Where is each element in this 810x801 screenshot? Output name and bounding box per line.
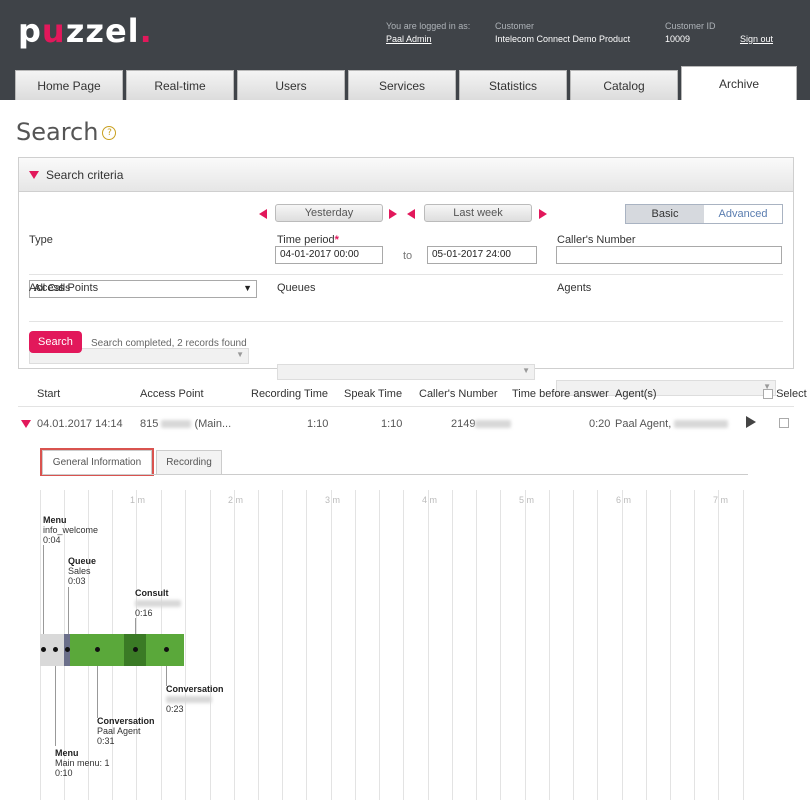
main-tabs: Home Page Real-time Users Services Stati… xyxy=(15,66,800,100)
timeline-event-main-menu: Menu Main menu: 1 0:10 xyxy=(55,748,110,778)
row-recording-time: 1:10 xyxy=(307,418,329,430)
tab-services[interactable]: Services xyxy=(348,70,456,100)
timeline-tick: 1 m xyxy=(130,495,146,505)
timeline-tick: 5 m xyxy=(519,495,535,505)
logged-in-info: You are logged in as: Paal Admin xyxy=(386,21,471,46)
timeline-tick: 4 m xyxy=(422,495,438,505)
row-select-checkbox[interactable] xyxy=(779,417,789,429)
timeline-tick: 7 m xyxy=(713,495,729,505)
tab-statistics[interactable]: Statistics xyxy=(459,70,567,100)
col-start[interactable]: Start xyxy=(37,388,60,400)
access-points-label: Access Points xyxy=(29,282,99,294)
basic-advanced-toggle: Basic Advanced xyxy=(625,204,783,224)
customer-id-info: Customer ID 10009 xyxy=(665,21,716,44)
timeline-event-conversation-agent: Conversation Paal Agent 0:31 xyxy=(97,716,155,746)
timeline-dot xyxy=(53,647,58,652)
select-all-checkbox[interactable] xyxy=(763,389,773,400)
timeline-dot xyxy=(95,647,100,652)
row-agents: Paal Agent, xyxy=(615,418,729,430)
timeline-dot xyxy=(164,647,169,652)
col-callers-number[interactable]: Caller's Number xyxy=(419,388,498,400)
tab-home-page[interactable]: Home Page xyxy=(15,70,123,100)
col-agents[interactable]: Agent(s) xyxy=(615,388,657,400)
tab-users[interactable]: Users xyxy=(237,70,345,100)
timeline-event-consult: Consult 0:16 xyxy=(135,588,181,618)
search-status: Search completed, 2 records found xyxy=(91,338,247,349)
page-title: Search? xyxy=(16,118,117,146)
timeline-tick: 3 m xyxy=(325,495,341,505)
tab-general-information[interactable]: General Information xyxy=(40,448,154,476)
col-access-point[interactable]: Access Point xyxy=(140,388,204,400)
timeline-tick: 2 m xyxy=(228,495,244,505)
tab-recording[interactable]: Recording xyxy=(156,450,222,474)
yesterday-button[interactable]: Yesterday xyxy=(275,204,383,222)
next-last-week-arrow-icon[interactable] xyxy=(539,209,547,219)
row-time-before-answer: 0:20 xyxy=(589,418,611,430)
tab-real-time[interactable]: Real-time xyxy=(126,70,234,100)
queues-select[interactable]: ▼ xyxy=(277,364,535,380)
timeline-dot xyxy=(133,647,138,652)
timeline-event-queue: Queue Sales 0:03 xyxy=(68,556,97,586)
app-header: puzzel. You are logged in as: Paal Admin… xyxy=(0,0,810,100)
puzzel-logo[interactable]: puzzel. xyxy=(18,12,153,50)
dropdown-arrow-icon: ▼ xyxy=(522,366,530,375)
search-criteria-panel: Search criteria Yesterday Last week Basi… xyxy=(18,157,794,396)
search-criteria-header[interactable]: Search criteria xyxy=(19,158,793,192)
row-start: 04.01.2017 14:14 xyxy=(37,418,123,430)
tab-catalog[interactable]: Catalog xyxy=(570,70,678,100)
dropdown-arrow-icon: ▼ xyxy=(243,283,252,293)
timeline-event-conversation: Conversation 0:23 xyxy=(166,684,224,714)
prev-last-week-arrow-icon[interactable] xyxy=(407,209,415,219)
col-time-before-answer[interactable]: Time before answer xyxy=(512,388,609,400)
timeline-tick: 6 m xyxy=(616,495,632,505)
customer-info: Customer Intelecom Connect Demo Product xyxy=(495,21,631,44)
next-yesterday-arrow-icon[interactable] xyxy=(389,209,397,219)
time-to-input[interactable]: 05-01-2017 24:00 xyxy=(427,246,537,264)
advanced-toggle-button[interactable]: Advanced xyxy=(704,205,782,223)
row-access-point: 815 (Main... xyxy=(140,418,232,430)
col-recording-time[interactable]: Recording Time xyxy=(251,388,328,400)
collapse-triangle-icon xyxy=(29,170,39,179)
callers-number-label: Caller's Number xyxy=(557,234,636,246)
help-icon[interactable]: ? xyxy=(102,126,117,140)
logged-in-user-link[interactable]: Paal Admin xyxy=(386,33,470,46)
agents-label: Agents xyxy=(557,282,592,294)
last-week-button[interactable]: Last week xyxy=(424,204,532,222)
time-period-label: Time period* xyxy=(277,234,339,246)
tab-archive[interactable]: Archive xyxy=(681,66,797,100)
queues-label: Queues xyxy=(277,282,316,294)
basic-toggle-button[interactable]: Basic xyxy=(626,205,704,223)
row-expand-icon[interactable] xyxy=(21,419,31,431)
to-label: to xyxy=(403,250,413,262)
col-speak-time[interactable]: Speak Time xyxy=(344,388,402,400)
prev-yesterday-arrow-icon[interactable] xyxy=(259,209,267,219)
timeline-event-menu: Menu info_welcome 0:04 xyxy=(43,515,99,545)
play-recording-icon[interactable] xyxy=(746,416,756,428)
row-callers-number: 2149 xyxy=(451,418,512,430)
timeline-dot xyxy=(65,647,70,652)
callers-number-input[interactable] xyxy=(556,246,782,264)
type-label: Type xyxy=(29,234,53,246)
dropdown-arrow-icon: ▼ xyxy=(236,350,244,359)
time-from-input[interactable]: 04-01-2017 00:00 xyxy=(275,246,383,264)
sign-out-link[interactable]: Sign out xyxy=(740,34,773,44)
timeline-dot xyxy=(41,647,46,652)
search-button[interactable]: Search xyxy=(29,331,82,353)
row-speak-time: 1:10 xyxy=(381,418,403,430)
col-select: Select xyxy=(763,388,807,400)
